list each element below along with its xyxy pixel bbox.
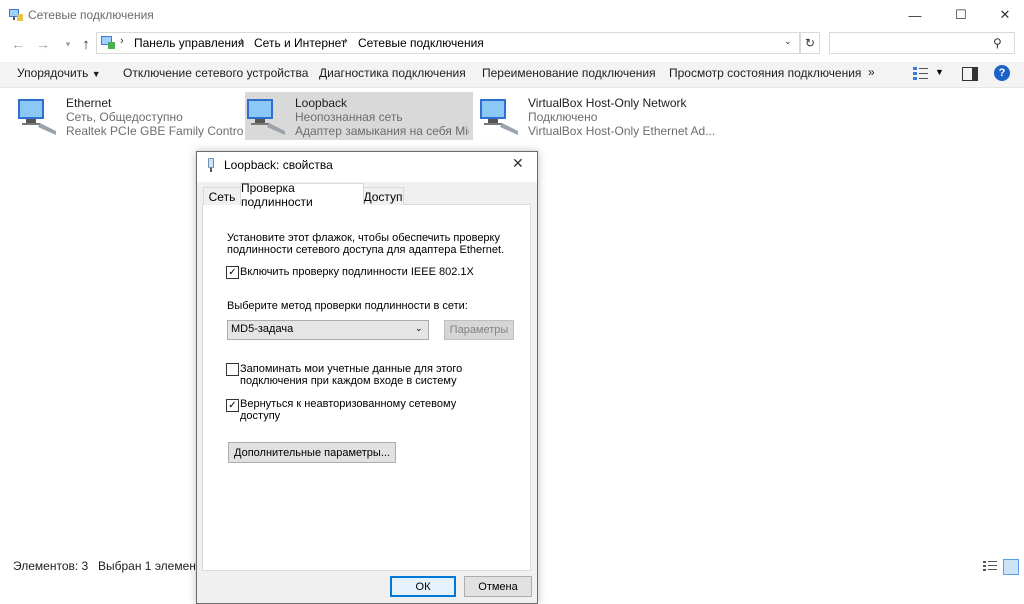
connection-name: Loopback — [295, 96, 348, 110]
window-title: Сетевые подключения — [28, 8, 154, 22]
disable-device-button[interactable]: Отключение сетевого устройства — [123, 66, 308, 80]
view-dropdown-chevron-icon[interactable]: ▼ — [935, 67, 944, 77]
parameters-button[interactable]: Параметры — [444, 320, 514, 340]
remember-credentials-checkbox[interactable] — [226, 363, 239, 376]
connection-status: Подключено — [528, 110, 598, 124]
network-adapter-icon — [208, 158, 214, 172]
fallback-unauthorized-line2[interactable]: доступу — [240, 410, 280, 422]
details-view-icon[interactable] — [983, 560, 997, 572]
fallback-unauthorized-line1[interactable]: Вернуться к неавторизованному сетевому — [240, 398, 456, 410]
diagnose-button[interactable]: Диагностика подключения — [319, 66, 466, 80]
preview-pane-icon[interactable] — [962, 67, 978, 81]
connection-status: Неопознанная сеть — [295, 110, 403, 124]
ok-button[interactable]: ОК — [390, 576, 456, 597]
up-arrow-icon[interactable]: ↑ — [78, 36, 94, 53]
tiles-view-icon[interactable] — [1003, 559, 1019, 575]
recent-locations-chevron-icon[interactable]: ▾ — [60, 36, 76, 52]
remember-credentials-line1[interactable]: Запоминать мои учетные данные для этого — [240, 363, 462, 375]
back-arrow-icon[interactable]: ← — [10, 36, 26, 52]
connection-adapter: Realtek PCIe GBE Family Controller — [66, 124, 244, 138]
tab-network[interactable]: Сеть — [203, 187, 241, 205]
breadcrumb-network-connections[interactable]: Сетевые подключения — [358, 36, 484, 50]
enable-8021x-label[interactable]: Включить проверку подлинности IEEE 802.1… — [240, 266, 474, 278]
connection-status: Сеть, Общедоступно — [66, 110, 183, 124]
network-adapter-icon — [18, 99, 56, 135]
connection-name: VirtualBox Host-Only Network — [528, 96, 687, 110]
search-input[interactable] — [829, 32, 1015, 54]
auth-method-value: MD5-задача — [231, 323, 294, 335]
network-adapter-icon — [247, 99, 285, 135]
cancel-button[interactable]: Отмена — [464, 576, 532, 597]
chevron-down-icon: ⌄ — [415, 323, 423, 333]
intro-text-line2: подлинности сетевого доступа для адаптер… — [227, 244, 505, 256]
connection-adapter: VirtualBox Host-Only Ethernet Ad... — [528, 124, 716, 138]
maximize-button[interactable]: ☐ — [938, 0, 984, 30]
address-dropdown-chevron-icon[interactable]: ⌄ — [784, 36, 792, 47]
help-icon[interactable]: ? — [994, 65, 1010, 81]
rename-button[interactable]: Переименование подключения — [482, 66, 656, 80]
breadcrumb-separator-icon: › — [240, 35, 244, 47]
advanced-settings-button[interactable]: Дополнительные параметры... — [228, 442, 396, 463]
forward-arrow-icon[interactable]: → — [35, 36, 51, 52]
connection-tile-ethernet[interactable]: Ethernet Сеть, Общедоступно Realtek PCIe… — [16, 92, 244, 140]
network-connections-icon — [9, 9, 23, 21]
close-button[interactable]: ✕ — [982, 0, 1024, 30]
method-label: Выберите метод проверки подлинности в се… — [227, 300, 468, 312]
network-adapter-icon — [480, 99, 518, 135]
connection-name: Ethernet — [66, 96, 112, 110]
organize-menu[interactable]: Упорядочить ▼ — [17, 66, 101, 80]
organize-label: Упорядочить — [17, 66, 89, 80]
status-selected: Выбран 1 элемент — [98, 559, 202, 573]
fallback-unauthorized-checkbox[interactable]: ✓ — [226, 399, 239, 412]
refresh-icon[interactable]: ↻ — [800, 32, 820, 54]
remember-credentials-line2[interactable]: подключения при каждом входе в систему — [240, 375, 457, 387]
search-icon[interactable]: ⚲ — [993, 36, 1002, 50]
tab-sharing[interactable]: Доступ — [362, 187, 404, 205]
enable-8021x-checkbox[interactable]: ✓ — [226, 266, 239, 279]
breadcrumb-separator-icon: › — [344, 35, 348, 47]
connection-adapter: Адаптер замыкания на себя Mic... — [295, 124, 469, 138]
control-panel-icon — [101, 36, 115, 49]
dialog-close-button[interactable]: ✕ — [512, 155, 524, 172]
connection-tile-virtualbox[interactable]: VirtualBox Host-Only Network Подключено … — [478, 92, 718, 140]
chevron-down-icon: ▼ — [91, 69, 101, 79]
view-status-button[interactable]: Просмотр состояния подключения — [669, 66, 861, 80]
minimize-button[interactable]: — — [892, 0, 938, 30]
change-view-icon[interactable] — [913, 66, 929, 80]
breadcrumb-network-internet[interactable]: Сеть и Интернет — [254, 36, 346, 50]
tab-panel — [202, 204, 531, 571]
breadcrumb-control-panel[interactable]: Панель управления — [134, 36, 244, 50]
connection-tile-loopback[interactable]: Loopback Неопознанная сеть Адаптер замык… — [245, 92, 473, 140]
tab-authentication[interactable]: Проверка подлинности — [240, 181, 364, 209]
intro-text-line1: Установите этот флажок, чтобы обеспечить… — [227, 232, 500, 244]
more-commands-button[interactable]: » — [868, 65, 875, 79]
breadcrumb-separator-icon: › — [120, 35, 124, 47]
dialog-title: Loopback: свойства — [224, 158, 333, 172]
status-items-count: Элементов: 3 — [13, 559, 89, 573]
